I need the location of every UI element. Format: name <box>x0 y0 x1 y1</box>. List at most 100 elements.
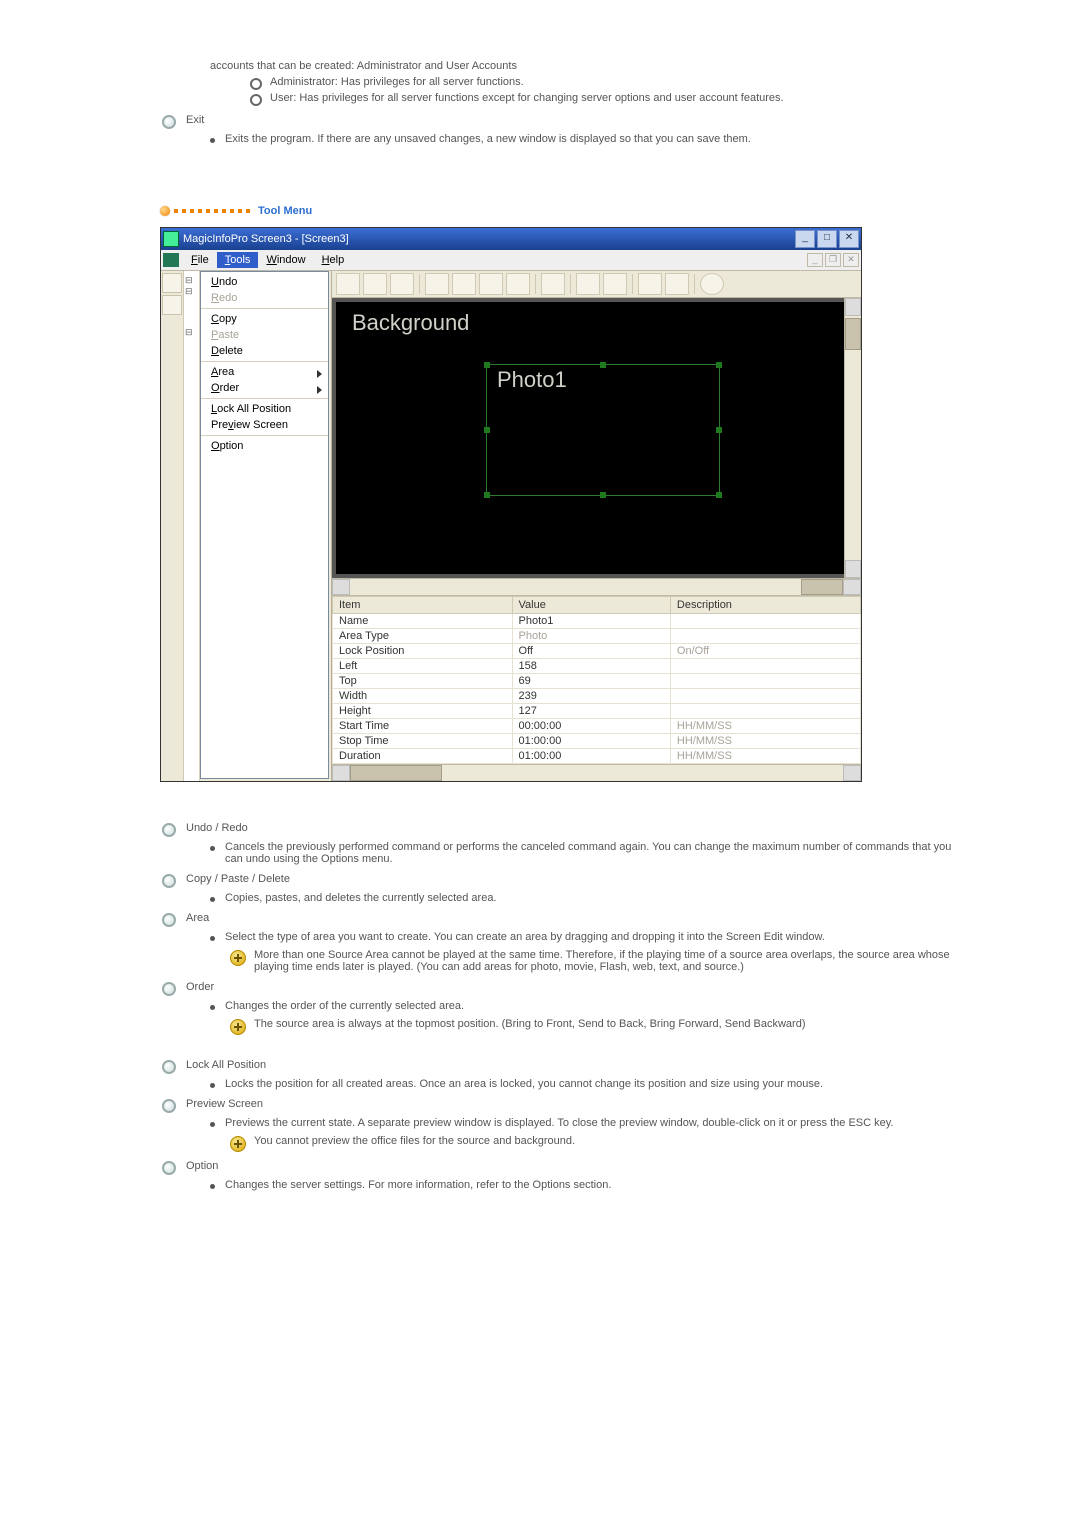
toolbar-redo-btn[interactable] <box>665 273 689 295</box>
table-row[interactable]: Lock PositionOffOn/Off <box>333 644 861 659</box>
menu-lock-all-position[interactable]: Lock All Position <box>201 401 328 417</box>
table-cell: Duration <box>333 749 513 764</box>
table-row[interactable]: Height127 <box>333 704 861 719</box>
plus-note-icon <box>230 1019 246 1035</box>
resize-handle[interactable] <box>716 427 722 433</box>
minimize-button[interactable]: _ <box>795 230 815 248</box>
table-row[interactable]: Left158 <box>333 659 861 674</box>
heading-tool-menu: Tool Menu <box>258 205 312 217</box>
menu-delete[interactable]: Delete <box>201 343 328 359</box>
menu-copy[interactable]: Copy <box>201 311 328 327</box>
dot-icon <box>210 846 215 851</box>
dotsq-icon <box>230 209 234 213</box>
toolbar-btn[interactable] <box>506 273 530 295</box>
mdi-close-icon[interactable]: ✕ <box>843 253 859 267</box>
screenshot-window: MagicInfoPro Screen3 - [Screen3] _ □ ✕ F… <box>160 227 862 782</box>
menu-undo[interactable]: Undo <box>201 274 328 290</box>
menu-area[interactable]: Area <box>201 364 328 380</box>
resize-handle[interactable] <box>484 492 490 498</box>
toolbar-btn[interactable] <box>603 273 627 295</box>
plus-note-icon <box>230 1136 246 1152</box>
table-row[interactable]: Stop Time01:00:00HH/MM/SS <box>333 734 861 749</box>
scroll-thumb[interactable] <box>350 765 442 781</box>
tool-bullet: Changes the server settings. For more in… <box>225 1179 611 1191</box>
scroll-thumb[interactable] <box>845 318 861 350</box>
menu-help[interactable]: Help <box>314 252 353 268</box>
table-cell: Left <box>333 659 513 674</box>
horizontal-scrollbar[interactable] <box>332 578 861 595</box>
toolbar-btn[interactable] <box>390 273 414 295</box>
menu-file[interactable]: File <box>183 252 217 268</box>
screen-edit-canvas[interactable]: Background Photo1 <box>336 302 844 574</box>
side-tool-1[interactable] <box>162 273 182 293</box>
exit-title: Exit <box>186 114 204 126</box>
table-cell <box>670 629 860 644</box>
tools-menu-popup[interactable]: Undo Redo Copy Paste Delete Area Order L… <box>200 271 329 779</box>
lens-icon <box>162 1161 176 1175</box>
table-cell: Lock Position <box>333 644 513 659</box>
table-cell: Width <box>333 689 513 704</box>
resize-handle[interactable] <box>600 362 606 368</box>
scroll-left-icon[interactable] <box>332 765 350 781</box>
resize-handle[interactable] <box>716 492 722 498</box>
scroll-down-icon[interactable] <box>845 560 861 578</box>
toolbar-btn[interactable] <box>425 273 449 295</box>
resize-handle[interactable] <box>600 492 606 498</box>
main-toolbar <box>332 271 861 298</box>
scroll-right-icon[interactable] <box>843 765 861 781</box>
menu-preview-screen[interactable]: Preview Screen <box>201 417 328 433</box>
table-row[interactable]: Area TypePhoto <box>333 629 861 644</box>
table-row[interactable]: Duration01:00:00HH/MM/SS <box>333 749 861 764</box>
tool-title: Preview Screen <box>186 1098 263 1110</box>
photo-area[interactable]: Photo1 <box>486 364 720 496</box>
table-row[interactable]: Top69 <box>333 674 861 689</box>
titlebar[interactable]: MagicInfoPro Screen3 - [Screen3] _ □ ✕ <box>161 228 861 250</box>
scroll-left-icon[interactable] <box>332 579 350 595</box>
menu-window[interactable]: Window <box>258 252 313 268</box>
toolbar-btn[interactable] <box>576 273 600 295</box>
mdi-restore-icon[interactable]: ❐ <box>825 253 841 267</box>
tool-title: Undo / Redo <box>186 822 248 834</box>
side-tool-2[interactable] <box>162 295 182 315</box>
led-icon <box>160 206 170 216</box>
bottom-scrollbar[interactable] <box>332 764 861 781</box>
resize-handle[interactable] <box>716 362 722 368</box>
col-item[interactable]: Item <box>333 597 513 614</box>
menu-option[interactable]: Option <box>201 438 328 454</box>
toolbar-sep <box>570 274 571 294</box>
toolbar-btn[interactable] <box>541 273 565 295</box>
table-row[interactable]: Width239 <box>333 689 861 704</box>
vertical-scrollbar[interactable] <box>844 298 861 578</box>
menu-order[interactable]: Order <box>201 380 328 396</box>
close-button[interactable]: ✕ <box>839 230 859 248</box>
toolbar-undo-btn[interactable] <box>638 273 662 295</box>
table-cell: Name <box>333 614 513 629</box>
toolbar-sep <box>535 274 536 294</box>
table-row[interactable]: NamePhoto1 <box>333 614 861 629</box>
tool-title: Area <box>186 912 209 924</box>
col-description[interactable]: Description <box>670 597 860 614</box>
table-row[interactable]: Start Time00:00:00HH/MM/SS <box>333 719 861 734</box>
table-cell: 158 <box>512 659 670 674</box>
scroll-thumb[interactable] <box>801 579 843 595</box>
toolbar-info-btn[interactable] <box>700 273 724 295</box>
col-value[interactable]: Value <box>512 597 670 614</box>
toolbar-btn[interactable] <box>363 273 387 295</box>
maximize-button[interactable]: □ <box>817 230 837 248</box>
menu-tools[interactable]: Tools <box>217 252 259 268</box>
mdi-minimize-icon[interactable]: _ <box>807 253 823 267</box>
lens-icon <box>162 823 176 837</box>
menubar[interactable]: File Tools Window Help _ ❐ ✕ <box>161 250 861 271</box>
toolbar-sep <box>694 274 695 294</box>
toolbar-btn[interactable] <box>452 273 476 295</box>
scroll-up-icon[interactable] <box>845 298 861 316</box>
toolbar-btn[interactable] <box>479 273 503 295</box>
table-cell <box>670 659 860 674</box>
scroll-right-icon[interactable] <box>843 579 861 595</box>
tool-title: Option <box>186 1160 218 1172</box>
resize-handle[interactable] <box>484 427 490 433</box>
resize-handle[interactable] <box>484 362 490 368</box>
table-cell: 01:00:00 <box>512 749 670 764</box>
dotsq-icon <box>190 209 194 213</box>
toolbar-btn[interactable] <box>336 273 360 295</box>
